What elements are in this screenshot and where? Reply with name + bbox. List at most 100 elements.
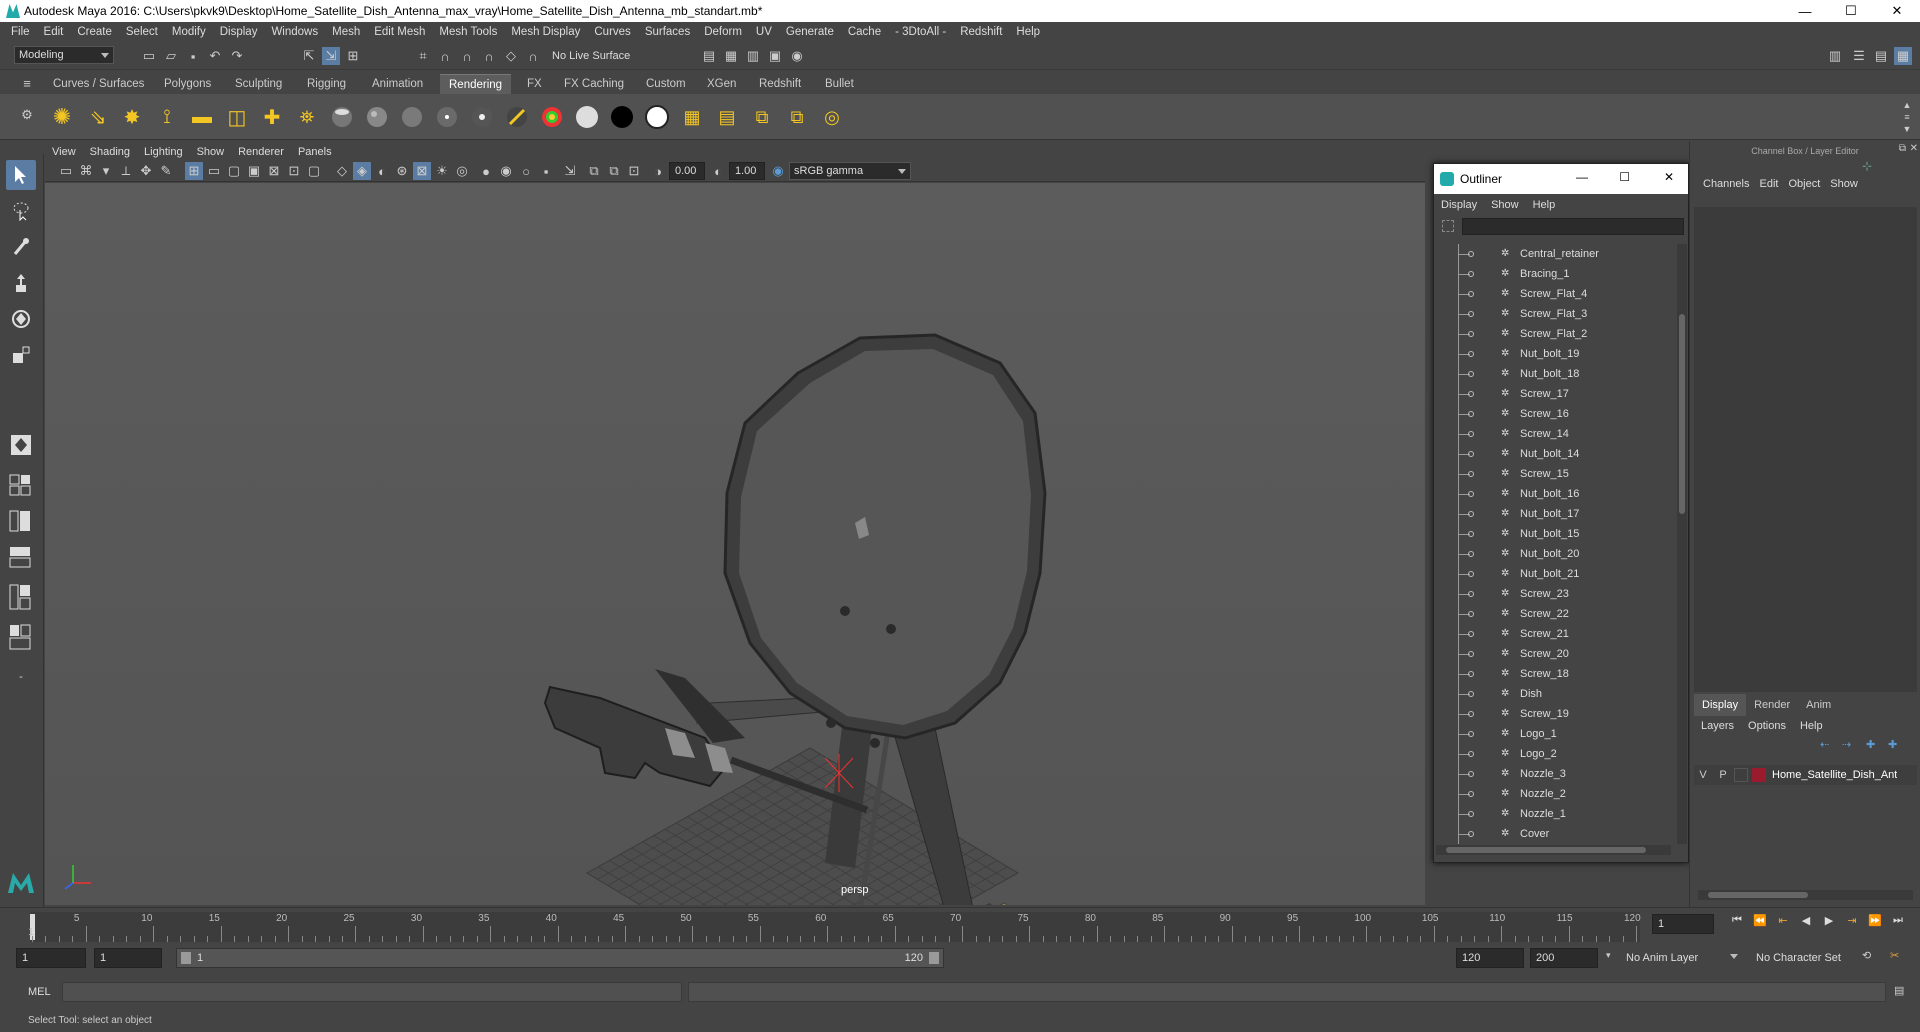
tab-anim-layers[interactable]: Anim [1798,694,1839,716]
layer-type-toggle[interactable] [1734,768,1748,782]
range-slider-bar[interactable]: 1 120 [176,948,944,968]
gamma-field[interactable]: 1.00 [729,162,765,180]
grid-toggle-icon[interactable]: ⊞ [185,162,203,180]
tab-bullet[interactable]: Bullet [816,74,863,94]
tab-display-layers[interactable]: Display [1694,694,1747,716]
menu-mesh-display[interactable]: Mesh Display [504,26,587,38]
menu-help[interactable]: Help [1009,26,1047,38]
phong-material-icon[interactable] [398,103,426,131]
step-back-frame-icon[interactable]: ⏪ [1751,911,1769,929]
outliner-item[interactable]: ✲ Central_retainer [1434,244,1674,264]
menu-select[interactable]: Select [119,26,165,38]
tab-render-layers[interactable]: Render [1746,694,1798,716]
blinn-material-icon[interactable] [328,103,356,131]
smooth-shade-icon[interactable]: ◈ [353,162,371,180]
menu-generate[interactable]: Generate [779,26,841,38]
persp-graph-layout-icon[interactable] [6,542,36,572]
select-hierarchy-icon[interactable]: ⇱ [300,47,318,65]
attribute-editor-icon[interactable]: ☰ [1850,47,1868,65]
viewport-menu-show[interactable]: Show [190,146,232,158]
tab-curves-surfaces[interactable]: Curves / Surfaces [44,74,153,94]
open-scene-icon[interactable]: ▱ [162,47,180,65]
xray-joints-icon[interactable]: ⧉ [585,162,603,180]
playback-end-field[interactable]: 120 [1456,948,1524,968]
step-back-key-icon[interactable]: ⇤ [1774,911,1792,929]
layer-playback-toggle[interactable]: P [1712,769,1734,781]
outliner-item[interactable]: ✲ Bracing_1 [1434,264,1674,284]
outliner-horizontal-scrollbar[interactable] [1436,845,1671,855]
anim-layer-dropdown[interactable]: No Anim Layer [1622,948,1742,968]
outliner-item[interactable]: ✲ Screw_16 [1434,404,1674,424]
menu-file[interactable]: File [4,26,37,38]
outliner-item[interactable]: ✲ Screw_14 [1434,424,1674,444]
anti-aliasing-icon[interactable]: ○ [517,162,535,180]
depth-of-field-icon[interactable]: ▪ [537,162,555,180]
outliner-item[interactable]: ✲ Screw_23 [1434,584,1674,604]
area-light-icon[interactable]: ▬ [188,103,216,131]
render-icon[interactable]: ▤ [713,103,741,131]
scrollbar-thumb[interactable] [1446,847,1646,853]
preferences-icon[interactable]: ✂ [1890,949,1899,962]
mode-dropdown[interactable]: Modeling [14,46,114,64]
outliner-item[interactable]: ✲ Nut_bolt_14 [1434,444,1674,464]
outliner-item[interactable]: ✲ Nut_bolt_17 [1434,504,1674,524]
batch-render-icon[interactable]: ⧉ [783,103,811,131]
outliner-item[interactable]: ✲ Screw_Flat_4 [1434,284,1674,304]
outliner-close-button[interactable]: ✕ [1664,170,1674,184]
menu-3dtoall[interactable]: - 3DtoAll - [888,26,953,38]
camera-icon[interactable]: ⛯ [293,103,321,131]
ipr-render-shelf-icon[interactable]: ⧉ [748,103,776,131]
outliner-menu-display[interactable]: Display [1434,199,1484,211]
viewport-menu-view[interactable]: View [45,146,83,158]
layered-shader-icon[interactable] [503,103,531,131]
isolate-select-icon[interactable]: ⇲ [561,162,579,180]
image-plane-icon[interactable]: ⟂ [117,162,135,180]
textured-icon[interactable]: ⊛ [393,162,411,180]
outliner-item[interactable]: ✲ Nut_bolt_20 [1434,544,1674,564]
go-to-start-icon[interactable]: ⏮ [1728,911,1746,929]
2d-pan-zoom-icon[interactable]: ✥ [137,162,155,180]
ramp-shader-icon[interactable] [538,103,566,131]
outliner-item[interactable]: ✲ Cover [1434,824,1674,844]
mel-command-input[interactable] [62,982,682,1002]
tool-settings-icon[interactable]: ▤ [1872,47,1890,65]
outliner-item[interactable]: ✲ Screw_21 [1434,624,1674,644]
spot-light-icon[interactable]: ⟟ [153,103,181,131]
safe-action-icon[interactable]: ⊡ [285,162,303,180]
tab-custom[interactable]: Custom [637,74,695,94]
move-layer-up-icon[interactable]: ⇠ [1820,738,1829,751]
display-layer-row[interactable]: V P Home_Satellite_Dish_Ant [1694,765,1917,785]
outliner-vertical-scrollbar[interactable] [1677,244,1687,844]
chevron-down-icon[interactable]: ▾ [1606,950,1611,961]
motion-blur-icon[interactable]: ◉ [497,162,515,180]
outliner-item[interactable]: ✲ Screw_17 [1434,384,1674,404]
menu-display[interactable]: Display [213,26,265,38]
new-layer-icon[interactable]: ✚ [1866,738,1875,751]
wireframe-on-shaded-icon[interactable]: ◐ [373,162,391,180]
outliner-item[interactable]: ✲ Screw_22 [1434,604,1674,624]
wireframe-icon[interactable]: ◇ [333,162,351,180]
menu-surfaces[interactable]: Surfaces [638,26,697,38]
exposure-icon[interactable]: ◑ [649,162,667,180]
gamma-icon[interactable]: ◐ [709,162,727,180]
camera-select-icon[interactable]: ▭ [57,162,75,180]
menu-deform[interactable]: Deform [697,26,749,38]
select-object-icon[interactable]: ⇲ [322,47,340,65]
outliner-titlebar[interactable]: Outliner — ☐ ✕ [1434,164,1688,194]
render-setup-icon[interactable]: ◎ [818,103,846,131]
animation-start-field[interactable]: 1 [16,948,86,968]
outliner-item[interactable]: ✲ Nut_bolt_18 [1434,364,1674,384]
outliner-filter-icon[interactable] [1442,220,1454,232]
tab-xgen[interactable]: XGen [698,74,745,94]
move-tool-icon[interactable] [6,268,36,298]
anisotropic-material-icon[interactable] [468,103,496,131]
film-gate-icon[interactable]: ▭ [205,162,223,180]
step-forward-key-icon[interactable]: ⇥ [1843,911,1861,929]
viewport-menu-shading[interactable]: Shading [83,146,137,158]
safe-title-icon[interactable]: ▢ [305,162,323,180]
camera-attributes-icon[interactable]: ⌘ [77,162,95,180]
field-chart-icon[interactable]: ⊠ [265,162,283,180]
use-all-lights-icon[interactable]: ⊠ [413,162,431,180]
modeling-toolkit-icon[interactable]: ▥ [1826,47,1844,65]
character-set-dropdown[interactable]: No Character Set [1752,948,1870,968]
